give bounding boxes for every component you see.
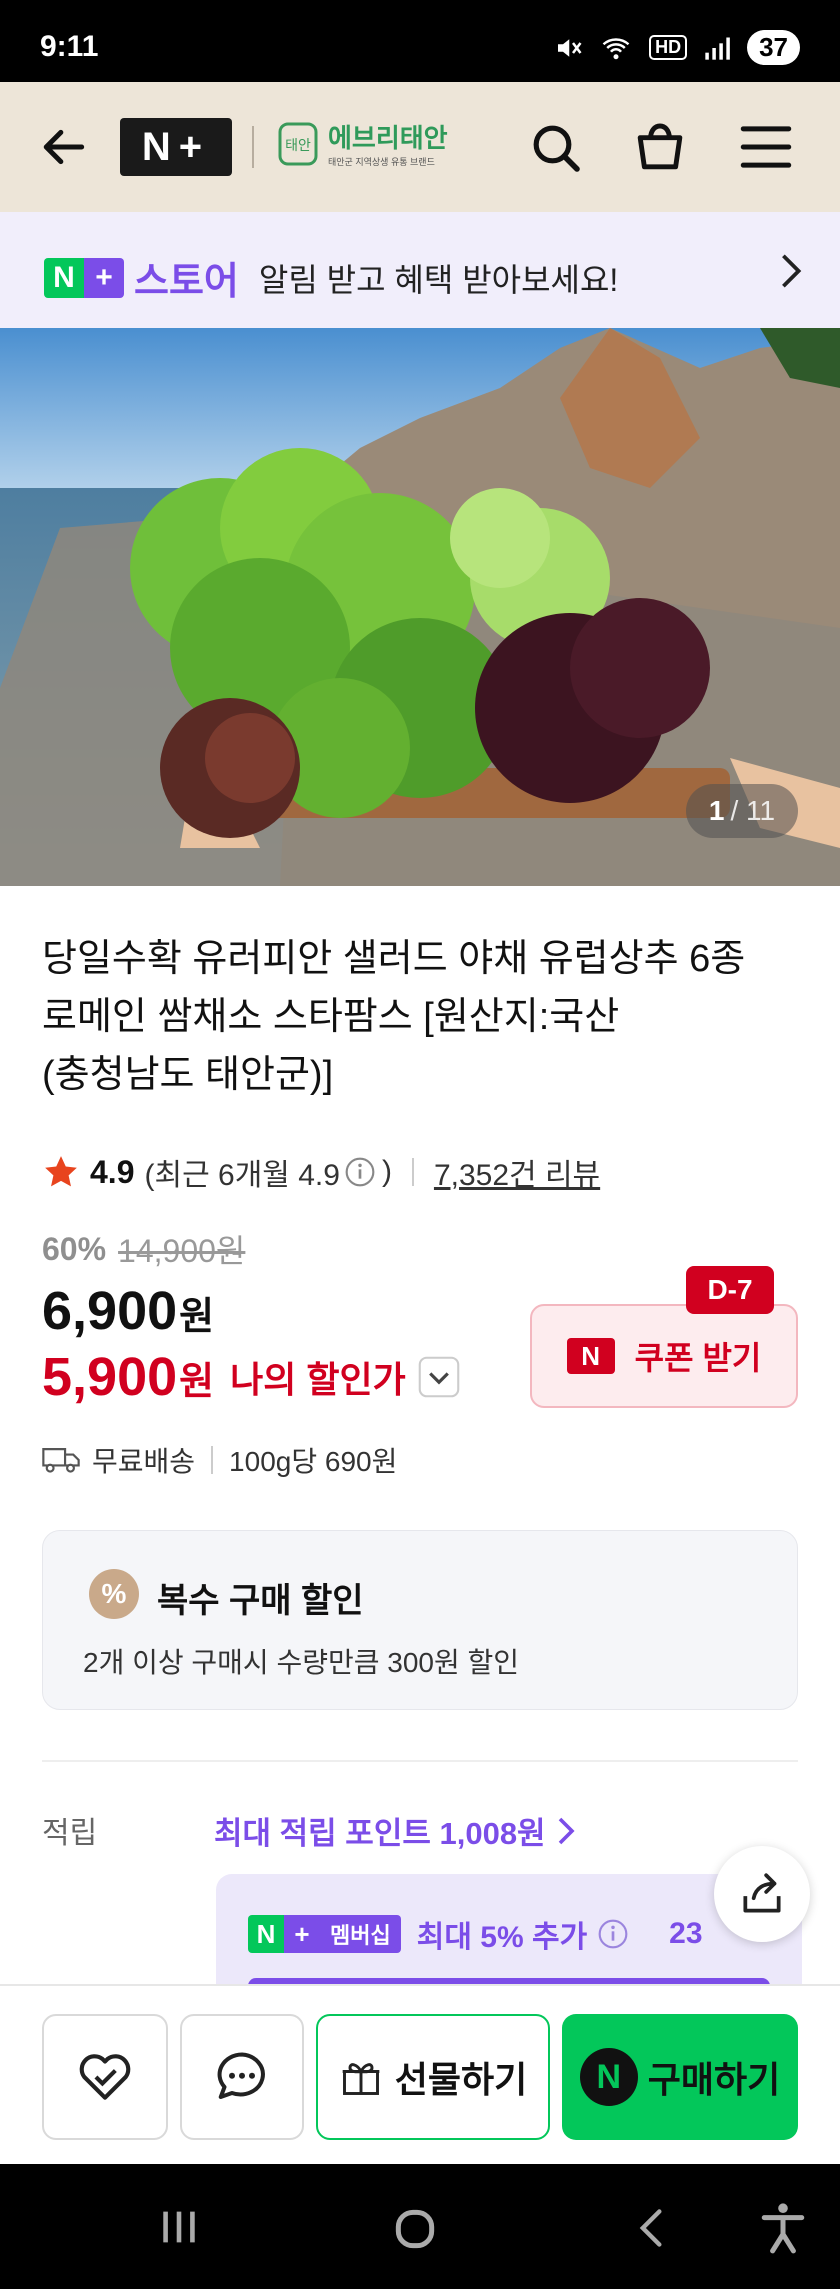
store-brand-icon: 태안 bbox=[278, 122, 318, 166]
nplus-membership-badge: N + 멤버십 bbox=[248, 1915, 401, 1953]
membership-value: 23 bbox=[669, 1917, 703, 1950]
back-arrow-icon[interactable] bbox=[40, 122, 90, 172]
search-icon[interactable] bbox=[528, 120, 584, 176]
store-brand-name: 에브리태안 bbox=[328, 123, 448, 153]
mute-icon bbox=[558, 38, 582, 57]
original-price: 14,900원 bbox=[118, 1233, 246, 1269]
sale-price: 6,900 bbox=[42, 1281, 178, 1341]
recent-apps-icon[interactable] bbox=[156, 2204, 202, 2250]
unit-price: 100g당 690원 bbox=[229, 1446, 398, 1477]
buy-label: 구매하기 bbox=[647, 2059, 781, 2100]
rating-row: 4.9 (최근 6개월 4.9 ) 7,352건 리뷰 bbox=[42, 1150, 600, 1194]
top-header: N+ 태안 에브리태안 태안군 지역상생 유통 브랜드 bbox=[0, 82, 840, 212]
gift-icon bbox=[342, 2063, 380, 2095]
shopping-bag-icon[interactable] bbox=[632, 118, 688, 176]
heart-check-icon bbox=[79, 2054, 131, 2100]
shipping-divider bbox=[211, 1446, 214, 1474]
naver-n-icon: N bbox=[579, 2048, 638, 2106]
product-title: 당일수확 유러피안 샐러드 야채 유럽상추 6종 로메인 쌈채소 스타팜스 [원… bbox=[42, 930, 802, 1104]
info-icon[interactable] bbox=[597, 1918, 629, 1950]
wishlist-button[interactable] bbox=[42, 2014, 168, 2140]
product-title-line3: (충청남도 태안군)] bbox=[42, 1054, 334, 1096]
discount-rate: 60% bbox=[42, 1230, 107, 1267]
star-icon bbox=[45, 1156, 77, 1187]
rating-close: ) bbox=[381, 1155, 392, 1188]
hamburger-menu-icon[interactable] bbox=[738, 122, 794, 172]
review-count-link[interactable]: 7,352건 리뷰 bbox=[434, 1150, 600, 1194]
max-points-link[interactable]: 최대 적립 포인트 1,008원 bbox=[214, 1808, 576, 1853]
section-divider bbox=[42, 1760, 798, 1762]
image-counter-current: 1 bbox=[708, 795, 725, 826]
truck-icon bbox=[42, 1448, 80, 1473]
chevron-down-icon[interactable] bbox=[418, 1356, 460, 1398]
header-divider bbox=[252, 126, 254, 168]
signal-icon bbox=[705, 37, 730, 60]
nplus-logo-text: N+ bbox=[141, 124, 211, 169]
my-price-label: 나의 할인가 bbox=[230, 1359, 406, 1400]
share-icon bbox=[743, 1873, 781, 1913]
multi-discount-title: 복수 구매 할인 bbox=[157, 1582, 364, 1620]
gift-button[interactable]: 선물하기 bbox=[316, 2014, 550, 2140]
multi-purchase-discount-card: % 복수 구매 할인 2개 이상 구매시 수량만큼 300원 할인 bbox=[42, 1530, 798, 1710]
my-price: 5,900 bbox=[42, 1347, 178, 1407]
share-button[interactable] bbox=[714, 1846, 810, 1942]
rating-divider bbox=[411, 1158, 414, 1186]
dday-badge: D-7 bbox=[686, 1266, 774, 1314]
image-counter-total: / 11 bbox=[730, 795, 776, 826]
wifi-icon bbox=[602, 37, 630, 59]
chevron-right-icon bbox=[782, 254, 802, 288]
bottom-action-bar: 선물하기 N 구매하기 bbox=[0, 1984, 840, 2164]
hd-label: HD bbox=[649, 35, 688, 60]
naver-coupon-icon: N bbox=[566, 1338, 615, 1374]
max-points-text: 최대 적립 포인트 1,008원 bbox=[214, 1816, 546, 1851]
store-brand-sub: 태안군 지역상생 유통 브랜드 bbox=[328, 157, 435, 167]
points-label: 적립 bbox=[42, 1817, 98, 1850]
membership-badge-label: 멤버십 bbox=[320, 1915, 401, 1953]
promo-text: 알림 받고 혜택 받아보세요! bbox=[258, 261, 619, 298]
status-time: 9:11 bbox=[40, 30, 99, 63]
buy-button[interactable]: N 구매하기 bbox=[562, 2014, 798, 2140]
percent-icon: % bbox=[89, 1569, 139, 1619]
chevron-right-icon bbox=[558, 1817, 575, 1844]
nplus-badge: N + bbox=[44, 257, 124, 298]
product-image[interactable]: 1 / 11 bbox=[0, 328, 840, 886]
coupon-label: 쿠폰 받기 bbox=[634, 1340, 762, 1376]
free-shipping: 무료배송 bbox=[92, 1446, 196, 1477]
rating-recent: (최근 6개월 4.9 bbox=[144, 1159, 340, 1192]
nplus-logo[interactable]: N+ bbox=[120, 118, 232, 176]
shipping-row: 무료배송 100g당 690원 bbox=[42, 1440, 397, 1480]
price-block: 60% 14,900원 6,900 원 5,900 원 나의 할인가 bbox=[42, 1226, 460, 1408]
status-icons: HD 37 bbox=[553, 30, 800, 65]
coupon-button[interactable]: N 쿠폰 받기 bbox=[530, 1304, 798, 1408]
multi-discount-desc: 2개 이상 구매시 수량만큼 300원 할인 bbox=[83, 1647, 520, 1678]
rating-score: 4.9 bbox=[90, 1153, 135, 1190]
svg-text:태안: 태안 bbox=[285, 138, 311, 154]
gift-label: 선물하기 bbox=[394, 2059, 528, 2100]
status-bar: 9:11 HD 37 bbox=[0, 0, 840, 82]
product-title-line2: 로메인 쌈채소 스타팜스 [원산지:국산 bbox=[42, 996, 620, 1038]
back-icon[interactable] bbox=[630, 2204, 674, 2252]
my-price-unit: 원 bbox=[179, 1360, 215, 1403]
system-nav-bar bbox=[0, 2164, 840, 2289]
store-brand-logo[interactable]: 태안 에브리태안 태안군 지역상생 유통 브랜드 bbox=[276, 118, 448, 168]
store-alert-banner[interactable]: N + 스토어 알림 받고 혜택 받아보세요! bbox=[0, 212, 840, 328]
chat-bubble-icon bbox=[217, 2052, 265, 2099]
info-icon[interactable] bbox=[344, 1156, 376, 1188]
battery-indicator: 37 bbox=[747, 30, 800, 65]
product-title-line1: 당일수확 유러피안 샐러드 야채 유럽상추 6종 bbox=[42, 938, 746, 980]
talk-button[interactable] bbox=[180, 2014, 304, 2140]
image-counter: 1 / 11 bbox=[686, 784, 798, 838]
home-icon[interactable] bbox=[390, 2204, 440, 2254]
sale-price-unit: 원 bbox=[179, 1296, 215, 1338]
store-label: 스토어 bbox=[134, 261, 239, 303]
accessibility-icon[interactable] bbox=[758, 2200, 808, 2256]
membership-extra: 최대 5% 추가 bbox=[416, 1921, 588, 1954]
